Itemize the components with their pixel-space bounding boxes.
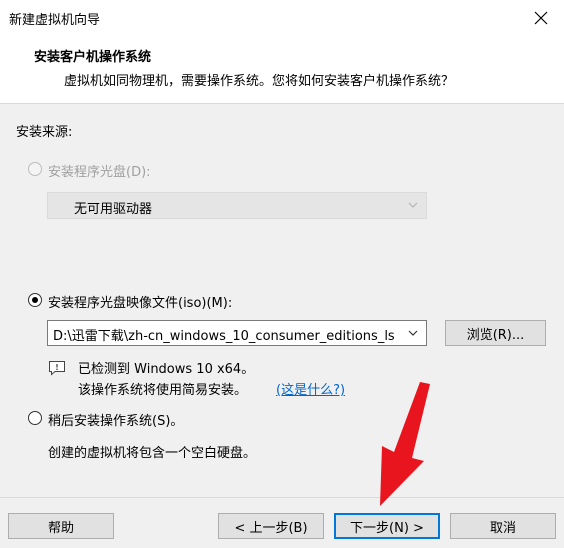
iso-path-value: D:\迅雷下载\zh-cn_windows_10_consumer_editio… [53,329,395,344]
wizard-header: 安装客户机操作系统 虚拟机如同物理机，需要操作系统。您将如何安装客户机操作系统？ [0,36,564,104]
iso-radio-label: 安装程序光盘映像文件(iso)(M): [48,296,233,311]
wizard-content: 安装来源: 安装程序光盘(D): 无可用驱动器 安装程序光盘映像文件(iso)(… [0,105,564,497]
help-button[interactable]: 帮助 [8,513,114,539]
install-later-radio[interactable] [28,411,42,425]
install-later-label: 稍后安装操作系统(S)。 [48,414,184,429]
cancel-button-label: 取消 [489,520,516,536]
footer-divider [0,497,564,498]
easy-install-text: 该操作系统将使用简易安装。 [78,383,248,398]
disc-drive-value: 无可用驱动器 [74,202,153,217]
iso-radio[interactable] [28,293,42,307]
back-button[interactable]: < 上一步(B) [218,513,324,539]
install-source-label: 安装来源: [16,125,73,140]
window-title: 新建虚拟机向导 [9,13,101,28]
cancel-button[interactable]: 取消 [450,513,556,539]
disc-drive-select[interactable]: 无可用驱动器 [47,192,427,219]
disc-radio-label: 安装程序光盘(D): [48,165,151,180]
close-button[interactable] [518,0,564,36]
browse-button-label: 浏览(R)... [466,327,525,343]
chevron-down-icon[interactable] [408,329,418,337]
whats-this-link[interactable]: (这是什么?) [276,379,345,398]
close-icon [534,11,548,25]
chevron-down-icon [408,202,418,208]
iso-path-combobox[interactable]: D:\迅雷下载\zh-cn_windows_10_consumer_editio… [47,320,427,346]
detected-os-text: 已检测到 Windows 10 x64。 [78,362,255,377]
info-message-icon [49,361,65,376]
next-button[interactable]: 下一步(N) > [334,513,440,539]
page-subtitle: 虚拟机如同物理机，需要操作系统。您将如何安装客户机操作系统？ [64,74,455,89]
next-button-label: 下一步(N) > [350,520,424,536]
page-title: 安装客户机操作系统 [34,50,152,65]
install-later-description: 创建的虚拟机将包含一个空白硬盘。 [48,446,257,461]
back-button-label: < 上一步(B) [234,520,308,536]
help-button-label: 帮助 [47,520,74,536]
browse-button[interactable]: 浏览(R)... [445,320,546,346]
disc-radio[interactable] [28,162,42,176]
title-bar: 新建虚拟机向导 [0,0,564,36]
